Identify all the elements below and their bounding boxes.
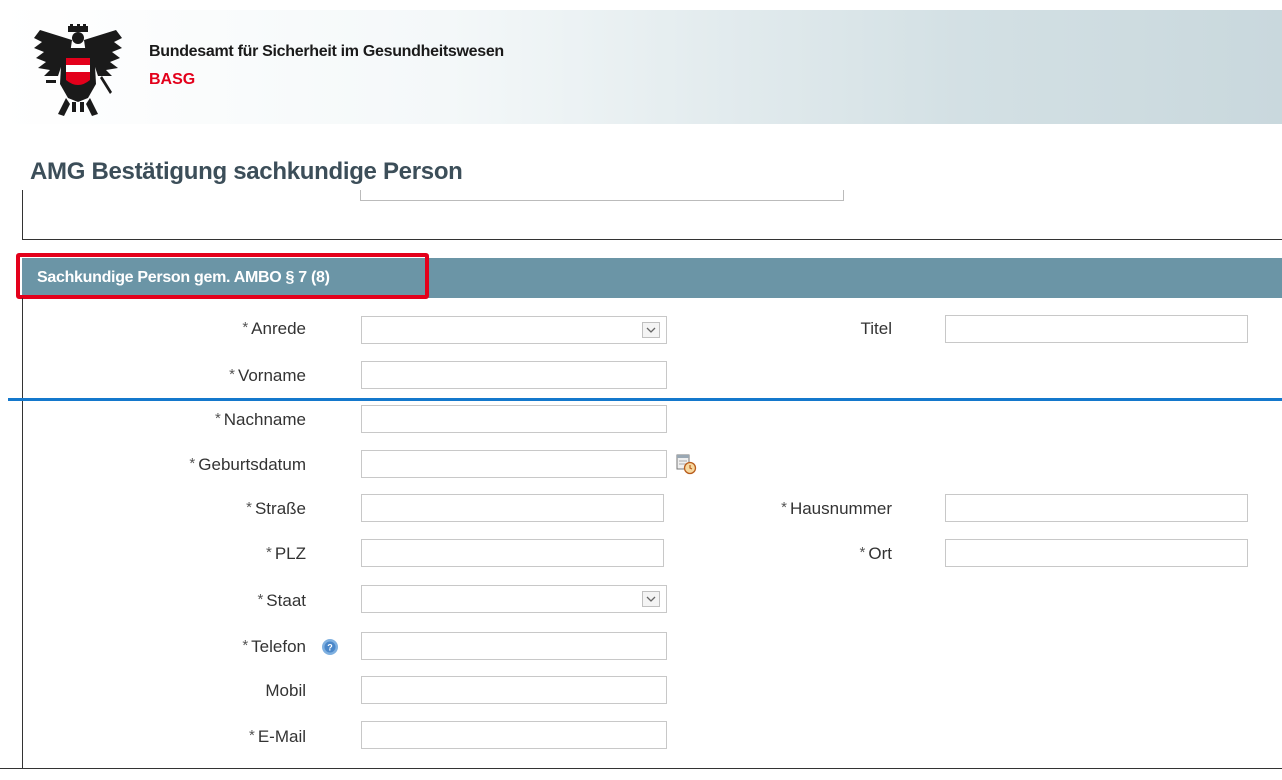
required-marker: * (781, 499, 787, 516)
nachname-label-text: Nachname (223, 410, 306, 429)
anrede-label: * Anrede (242, 319, 306, 339)
staat-select[interactable] (361, 585, 667, 613)
divider-line (8, 398, 1282, 401)
mobil-label-text: Mobil (265, 681, 306, 700)
email-label: * E-Mail (249, 727, 306, 747)
header-banner: Bundesamt für Sicherheit im Gesundheitsw… (0, 10, 1282, 124)
required-marker: * (265, 544, 272, 561)
nachname-label: * Nachname (215, 410, 306, 430)
email-label-text: E-Mail (257, 727, 306, 746)
required-marker: * (214, 410, 221, 427)
vorname-label-text: Vorname (237, 366, 306, 385)
geburtsdatum-input[interactable] (361, 450, 667, 478)
hausnummer-label: * Hausnummer (781, 499, 892, 519)
plz-input[interactable] (361, 539, 664, 567)
email-input[interactable] (361, 721, 667, 749)
plz-label: * PLZ (266, 544, 306, 564)
required-marker: * (189, 455, 196, 472)
vorname-input[interactable] (361, 361, 667, 389)
svg-text:?: ? (327, 643, 333, 653)
nachname-input[interactable] (361, 405, 667, 433)
ort-label: * Ort (860, 544, 892, 564)
strasse-label: * Straße (246, 499, 306, 519)
mobil-input[interactable] (361, 676, 667, 704)
section-title-highlight (16, 253, 429, 299)
page-title: AMG Bestätigung sachkundige Person (30, 158, 463, 185)
required-marker: * (859, 544, 866, 561)
ort-input[interactable] (945, 539, 1248, 567)
required-marker: * (242, 319, 249, 336)
ort-label-text: Ort (868, 544, 892, 563)
form-bottom-border (0, 768, 1282, 769)
titel-input[interactable] (945, 315, 1248, 343)
titel-label-text: Titel (860, 319, 893, 338)
telefon-input[interactable] (361, 632, 667, 660)
telefon-label-text: Telefon (251, 637, 306, 656)
required-marker: * (229, 366, 235, 383)
hausnummer-input[interactable] (945, 494, 1248, 522)
telefon-label: * Telefon (242, 637, 306, 657)
vorname-label: * Vorname (229, 366, 306, 386)
previous-section-input[interactable] (360, 190, 844, 201)
org-abbreviation: BASG (149, 71, 196, 88)
required-marker: * (248, 727, 255, 744)
required-marker: * (242, 637, 249, 654)
staat-label-text: Staat (266, 591, 306, 610)
mobil-label: Mobil (265, 681, 306, 701)
strasse-label-text: Straße (254, 499, 306, 518)
org-name: Bundesamt für Sicherheit im Gesundheitsw… (149, 43, 504, 60)
strasse-input[interactable] (361, 494, 664, 522)
staat-label: * Staat (257, 591, 306, 611)
chevron-down-icon[interactable] (642, 322, 660, 338)
chevron-down-icon[interactable] (642, 591, 660, 607)
required-marker: * (246, 499, 252, 516)
austrian-eagle-icon (34, 24, 122, 116)
anrede-label-text: Anrede (251, 319, 306, 338)
help-icon[interactable]: ? (321, 638, 339, 656)
anrede-select[interactable] (361, 316, 667, 344)
titel-label: Titel (861, 319, 893, 339)
hausnummer-label-text: Hausnummer (789, 499, 892, 518)
required-marker: * (257, 591, 264, 608)
geburtsdatum-label-text: Geburtsdatum (198, 455, 306, 474)
calendar-clock-icon[interactable] (675, 453, 697, 475)
geburtsdatum-label: * Geburtsdatum (189, 455, 306, 475)
plz-label-text: PLZ (274, 544, 306, 563)
